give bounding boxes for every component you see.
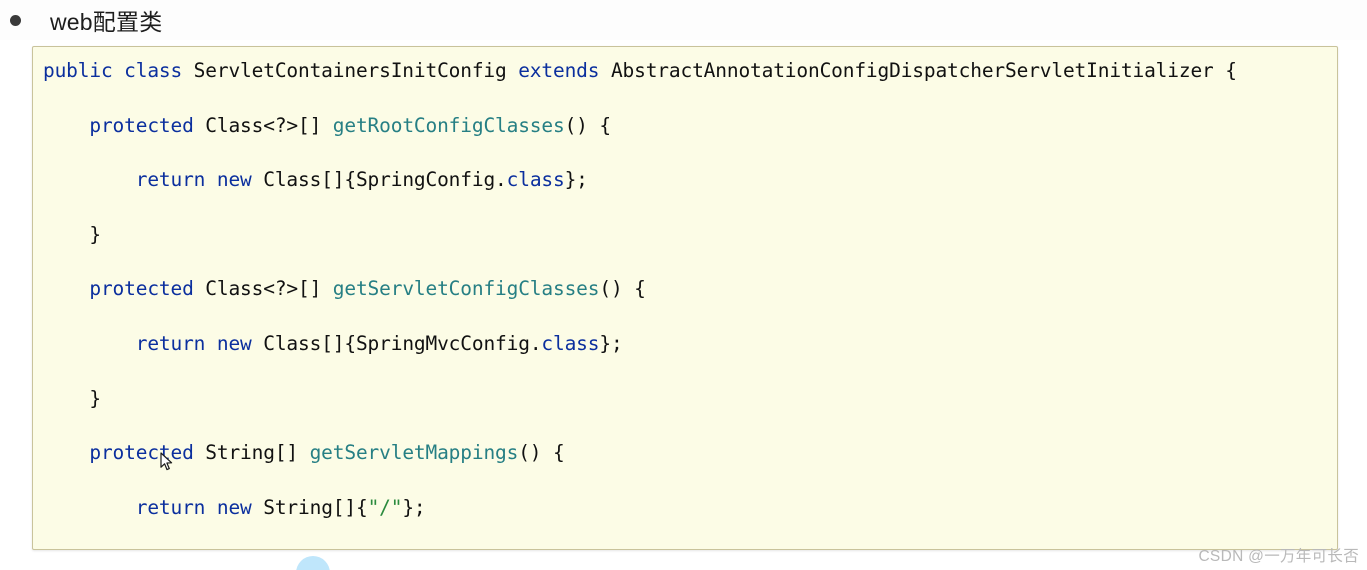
code-block-inner: public class ServletContainersInitConfig… bbox=[33, 47, 1337, 549]
code-token-kw: new bbox=[216, 331, 252, 355]
code-token-kw: return bbox=[135, 495, 206, 519]
code-token-kw: new bbox=[216, 495, 252, 519]
decorative-blue-circle bbox=[296, 556, 330, 570]
code-token-pln: Class<?>[] bbox=[193, 277, 333, 301]
code-token-pln bbox=[205, 496, 217, 519]
code-token-str: "/" bbox=[367, 495, 403, 519]
code-token-pln bbox=[113, 59, 125, 82]
code-line: protected String[] getServletMappings() … bbox=[43, 439, 1337, 466]
code-line: return new String[]{"/"}; bbox=[43, 494, 1337, 521]
code-listing[interactable]: public class ServletContainersInitConfig… bbox=[43, 57, 1337, 549]
code-token-pln: }; bbox=[402, 495, 426, 519]
code-token-mth: getServletConfigClasses bbox=[332, 277, 600, 301]
code-token-kw: protected bbox=[89, 441, 194, 465]
code-token-kw: class bbox=[124, 59, 183, 82]
code-line: return new Class[]{SpringConfig.class}; bbox=[43, 166, 1337, 193]
code-token-pln bbox=[205, 168, 217, 191]
code-token-pln: Class[]{SpringConfig. bbox=[251, 168, 507, 192]
code-token-pln: String[] bbox=[193, 441, 310, 465]
page-title: web配置类 bbox=[50, 9, 163, 35]
code-block: public class ServletContainersInitConfig… bbox=[32, 46, 1338, 550]
code-token-pln: } bbox=[89, 222, 101, 246]
code-line: } bbox=[43, 221, 1337, 248]
bullet-dot-icon bbox=[10, 14, 21, 26]
code-line: } bbox=[43, 548, 1337, 549]
code-token-pln: AbstractAnnotationConfigDispatcherServle… bbox=[599, 59, 1237, 82]
code-line: protected Class<?>[] getRootConfigClasse… bbox=[43, 112, 1337, 139]
code-token-pln: String[]{ bbox=[251, 495, 368, 519]
code-token-kw: public bbox=[43, 59, 113, 82]
code-token-kw: protected bbox=[89, 277, 194, 301]
code-token-kw: extends bbox=[518, 59, 600, 82]
code-line: } bbox=[43, 385, 1337, 412]
code-token-kw: return bbox=[135, 331, 206, 355]
code-token-kw: class bbox=[541, 331, 600, 355]
code-line: return new Class[]{SpringMvcConfig.class… bbox=[43, 330, 1337, 357]
code-line: public class ServletContainersInitConfig… bbox=[43, 57, 1337, 84]
code-token-mth: getRootConfigClasses bbox=[332, 113, 565, 137]
code-token-pln: Class[]{SpringMvcConfig. bbox=[251, 331, 542, 355]
code-token-kw: return bbox=[135, 168, 206, 192]
bullet-heading: web配置类 bbox=[0, 0, 1367, 40]
code-token-pln: () { bbox=[518, 441, 565, 465]
code-line: protected Class<?>[] getServletConfigCla… bbox=[43, 275, 1337, 302]
code-token-kw: protected bbox=[89, 113, 194, 137]
code-token-pln: ServletContainersInitConfig bbox=[182, 59, 519, 82]
code-token-pln: }; bbox=[599, 331, 623, 355]
watermark-text: CSDN @一万年可长否 bbox=[1198, 548, 1359, 565]
code-token-kw: class bbox=[506, 168, 565, 192]
code-token-pln: }; bbox=[564, 168, 588, 192]
code-token-pln: () { bbox=[564, 113, 612, 137]
code-token-pln bbox=[205, 332, 217, 355]
code-token-mth: getServletMappings bbox=[309, 441, 519, 465]
code-token-pln: } bbox=[89, 386, 101, 410]
code-token-pln: Class<?>[] bbox=[193, 113, 333, 137]
code-token-pln: () { bbox=[599, 277, 646, 301]
code-token-kw: new bbox=[216, 168, 252, 192]
